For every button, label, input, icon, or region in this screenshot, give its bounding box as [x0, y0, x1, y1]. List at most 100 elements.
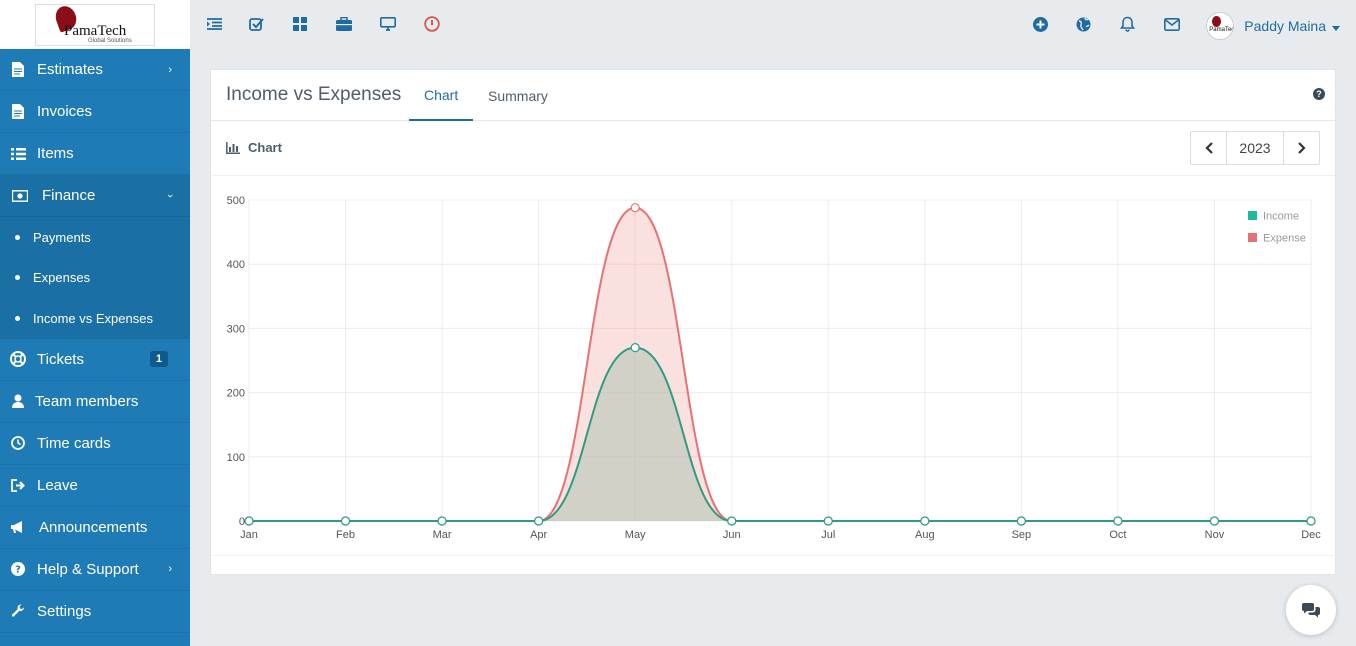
sidebar-item-label: Help & Support	[37, 560, 139, 578]
subitem-label: Payments	[33, 229, 91, 245]
data-point-income	[823, 516, 833, 526]
x-tick-label: Oct	[1109, 529, 1126, 541]
data-point-income	[1209, 516, 1220, 526]
data-point-income	[727, 516, 737, 526]
clock-alert-icon[interactable]	[423, 15, 441, 33]
sidebar-item-label: Items	[37, 145, 74, 162]
sidebar-item-announcements[interactable]: Announcements	[0, 507, 190, 549]
x-tick-label: Sep	[1012, 529, 1032, 541]
plus-circle-icon[interactable]	[1031, 15, 1049, 33]
tab-chart[interactable]: Chart	[409, 70, 474, 121]
globe-icon[interactable]	[1074, 15, 1092, 33]
sidebar-item-label: Settings	[37, 602, 92, 620]
subitem-label: Expenses	[33, 270, 91, 286]
x-tick-label: Mar	[433, 529, 452, 541]
x-tick-label: Feb	[336, 529, 355, 541]
file-icon	[10, 62, 26, 78]
card-header: Income vs Expenses Chart Summary ?	[211, 70, 1335, 121]
dashboard-icon[interactable]	[291, 15, 309, 33]
chart-area: 0 100 200 300 400 500 Jan Feb Mar Apr May Jun Jul Aug…	[211, 177, 1337, 555]
data-point-income	[630, 343, 640, 353]
x-tick-label: Apr	[530, 529, 547, 541]
sidebar-item-leave[interactable]: Leave	[0, 465, 190, 507]
sidebar-item-settings[interactable]: Settings	[0, 591, 190, 633]
sidebar-item-time-cards[interactable]: Time cards	[0, 423, 190, 465]
sidebar: PamaTech Global Solutions Estimates › In…	[0, 0, 190, 646]
sidebar-item-tickets[interactable]: Tickets 1	[0, 339, 190, 381]
sign-out-icon	[10, 477, 26, 493]
income-expense-chart: 0 100 200 300 400 500 Jan Feb Mar Apr May Jun Jul Aug…	[227, 195, 1322, 541]
data-point-income	[1016, 516, 1026, 526]
income-expenses-card: Income vs Expenses Chart Summary ? Chart…	[210, 69, 1337, 575]
checkbox-icon[interactable]	[247, 15, 265, 33]
data-point-income	[244, 516, 254, 526]
user-name: Paddy Maina	[1244, 18, 1326, 34]
question-circle-icon: ?	[10, 561, 26, 577]
sidebar-item-label: Team members	[35, 392, 139, 410]
y-tick-label: 500	[227, 195, 245, 207]
tab-summary[interactable]: Summary	[473, 70, 563, 121]
tickets-count-badge: 1	[149, 350, 168, 367]
chevron-down-icon: ›	[164, 193, 177, 198]
wrench-icon	[10, 603, 26, 619]
sidebar-item-label: Tickets	[37, 350, 84, 368]
envelope-icon[interactable]	[1163, 15, 1181, 33]
sidebar-item-items[interactable]: Items	[0, 133, 190, 175]
data-point-income	[437, 516, 447, 526]
sidebar-item-team-members[interactable]: Team members	[0, 381, 190, 423]
x-tick-label: Aug	[915, 529, 935, 541]
section-title-text: Chart	[248, 140, 282, 155]
tab-label: Chart	[424, 86, 459, 103]
user-menu[interactable]: PamaTech Paddy Maina	[1206, 12, 1340, 40]
money-icon	[12, 188, 28, 204]
sidebar-item-invoices[interactable]: Invoices	[0, 91, 190, 133]
sidebar-subitem-expenses[interactable]: Expenses	[0, 258, 190, 299]
data-point-income	[340, 516, 351, 526]
legend-swatch-expense	[1248, 233, 1257, 242]
sidebar-item-help-support[interactable]: ? Help & Support ›	[0, 549, 190, 591]
subitem-label: Income vs Expenses	[33, 310, 153, 326]
x-tick-label: Jan	[240, 529, 258, 541]
page-title: Income vs Expenses	[226, 84, 402, 105]
data-point-income	[534, 516, 544, 526]
briefcase-icon[interactable]	[335, 15, 353, 33]
avatar: PamaTech	[1206, 12, 1235, 40]
bullhorn-icon	[10, 519, 26, 535]
bullet-icon	[15, 315, 20, 321]
desktop-icon[interactable]	[379, 15, 397, 33]
sidebar-item-label: Time cards	[37, 434, 111, 452]
sidebar-subitem-income-vs-expenses[interactable]: Income vs Expenses	[0, 298, 190, 339]
svg-text:?: ?	[15, 565, 21, 576]
help-icon[interactable]: ?	[1313, 88, 1325, 100]
file-icon	[10, 104, 26, 120]
x-tick-label: Jun	[723, 529, 741, 541]
prev-year-button[interactable]	[1191, 132, 1226, 164]
bullet-icon	[15, 234, 20, 240]
chevron-right-icon: ›	[168, 563, 172, 575]
sidebar-item-finance[interactable]: Finance ›	[0, 175, 190, 217]
sidebar-item-label: Leave	[37, 476, 78, 494]
legend-swatch-income	[1248, 211, 1257, 220]
y-tick-label: 400	[227, 259, 245, 271]
caret-down-icon	[1332, 18, 1340, 34]
bullet-icon	[15, 275, 20, 281]
sidebar-item-label: Finance	[42, 187, 96, 204]
y-tick-label: 0	[239, 516, 245, 528]
chevron-right-icon: ›	[168, 63, 172, 76]
sidebar-subitem-payments[interactable]: Payments	[0, 217, 190, 258]
card-footer	[211, 555, 1337, 575]
avatar-logo-text: PamaTech	[1209, 27, 1235, 33]
logo-area: PamaTech Global Solutions	[0, 0, 190, 49]
clock-icon	[10, 435, 26, 451]
series-area-income	[249, 347, 1311, 521]
chart-section-title: Chart	[226, 140, 282, 155]
menu-toggle-icon[interactable]	[205, 15, 223, 33]
series-area-expense	[249, 207, 1311, 522]
sidebar-item-estimates[interactable]: Estimates ›	[0, 49, 190, 91]
year-value: 2023	[1226, 132, 1284, 164]
tab-label: Summary	[488, 87, 548, 104]
bell-icon[interactable]	[1118, 15, 1136, 33]
chat-button[interactable]	[1286, 585, 1336, 635]
logo[interactable]: PamaTech Global Solutions	[35, 2, 155, 46]
next-year-button[interactable]	[1284, 132, 1319, 164]
